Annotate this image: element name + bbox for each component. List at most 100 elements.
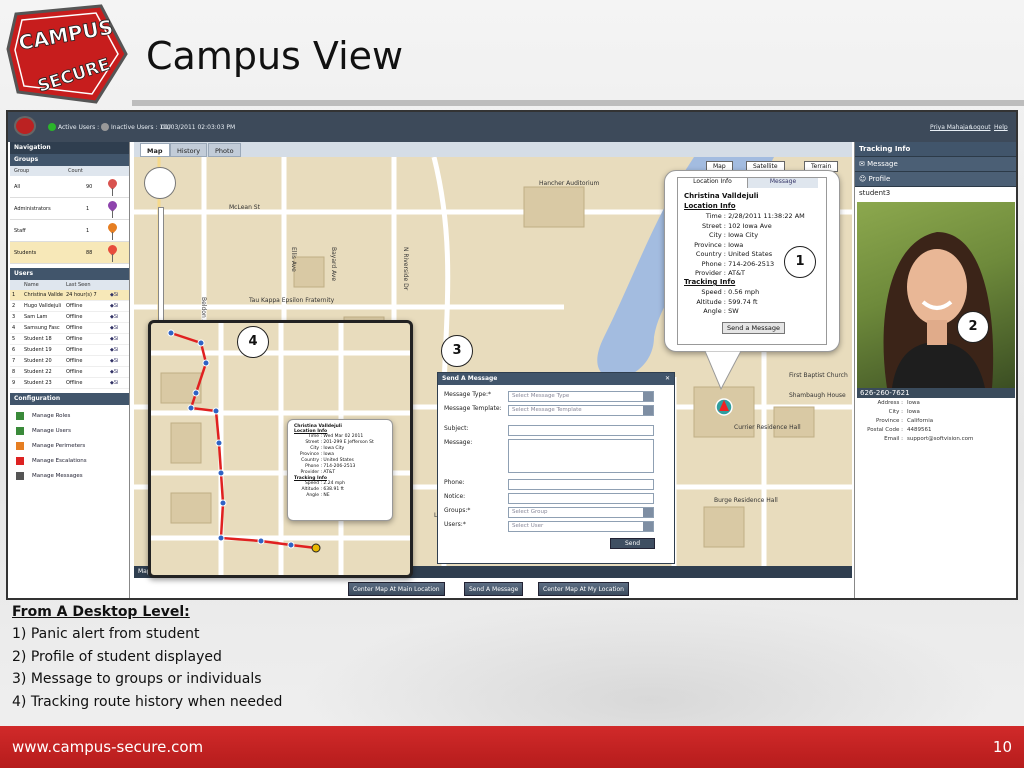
note-item: 1) Panic alert from student: [12, 626, 200, 642]
message-panel-item[interactable]: ✉ Message: [855, 157, 1016, 172]
groups-header[interactable]: Groups: [10, 154, 129, 166]
group-count: 88: [86, 250, 93, 256]
address-row: Address : Iowa: [877, 400, 920, 406]
street-label: First Baptist Church: [789, 372, 848, 379]
group-count: 1: [86, 228, 90, 234]
slide-title: Campus View: [146, 34, 404, 78]
user-row[interactable]: 1 Christina Vallde 24 hour(s) 7 ◆Si: [10, 290, 129, 301]
user-name-link[interactable]: Priya Mahajan: [930, 124, 972, 131]
feature-notes: From A Desktop Level: 1) Panic alert fro…: [12, 604, 282, 716]
info-row: Speed : 0.56 mph: [701, 288, 760, 296]
config-item[interactable]: Manage Roles: [10, 409, 129, 424]
help-link[interactable]: Help: [994, 124, 1008, 131]
info-row: Altitude : 599.74 ft: [696, 297, 758, 306]
configuration-list: Manage Roles Manage Users Manage Perimeter…: [10, 405, 129, 484]
group-name: All: [14, 184, 21, 190]
config-item[interactable]: Manage Messages: [10, 469, 129, 484]
street-label: N Riverside Dr: [402, 247, 409, 291]
logout-link[interactable]: Logout: [970, 124, 991, 131]
config-icon: [16, 457, 24, 465]
center-my-location-button[interactable]: Center Map At My Location: [538, 582, 629, 596]
select-field[interactable]: Select Group: [508, 507, 654, 518]
callout-4: 4: [237, 326, 269, 358]
address-row: City : Iowa: [888, 409, 920, 415]
user-row[interactable]: 7 Student 20 Offline ◆Si: [10, 356, 129, 367]
field-label: Groups:*: [444, 507, 471, 514]
location-info-tab[interactable]: Location Info: [678, 178, 748, 188]
text-field[interactable]: [508, 479, 654, 490]
group-count: 90: [86, 184, 93, 190]
users-column-header: Name Last Seen: [10, 280, 129, 290]
user-row[interactable]: 6 Student 19 Offline ◆Si: [10, 345, 129, 356]
student-profile-photo: [857, 202, 1015, 388]
text-field[interactable]: [508, 439, 654, 473]
tab-history[interactable]: History: [170, 143, 208, 157]
student-phone: 626-260-7621: [857, 388, 1015, 398]
left-panel: Navigation Groups Group Count All 90 Admin…: [10, 142, 130, 598]
field-label: Users:*: [444, 521, 466, 528]
config-icon: [16, 427, 24, 435]
send-message-dialog: Send A Message ✕ Message Type:* Select Mes…: [437, 372, 675, 564]
select-field[interactable]: Select Message Template: [508, 405, 654, 416]
group-count: 1: [86, 206, 90, 212]
text-field[interactable]: [508, 425, 654, 436]
group-row[interactable]: All 90: [10, 176, 129, 198]
send-button[interactable]: Send: [610, 538, 656, 549]
street-label: Ellis Ave: [290, 247, 297, 272]
notes-heading: From A Desktop Level:: [12, 604, 190, 620]
note-item: 4) Tracking route history when needed: [12, 693, 283, 710]
title-divider: [132, 100, 1024, 106]
profile-panel-item[interactable]: ☺ Profile: [855, 172, 1016, 187]
tab-photo[interactable]: Photo: [208, 143, 241, 157]
active-status-icon: [48, 123, 56, 131]
inset-popup-tracking-rows: Speed : 2.24 mph Altitude : 638.91 ft Angl…: [294, 481, 386, 499]
user-row[interactable]: 4 Samsung Fasc Offline ◆Si: [10, 323, 129, 334]
config-item[interactable]: Manage Perimeters: [10, 439, 129, 454]
user-row[interactable]: 9 Student 23 Offline ◆Si: [10, 378, 129, 389]
map-pan-control[interactable]: [144, 167, 176, 199]
student-id: student3: [859, 189, 891, 197]
user-row[interactable]: 2 Hugo Valldejuli Offline ◆Si: [10, 301, 129, 312]
app-logo-icon: [14, 116, 36, 136]
route-history-inset[interactable]: Christina Valldejuli Location Info Time …: [148, 320, 413, 578]
info-row: City : Iowa City: [709, 231, 759, 239]
note-item: 3) Message to groups or individuals: [12, 671, 262, 687]
field-label: Message:: [444, 439, 473, 446]
send-message-button[interactable]: Send A Message: [464, 582, 524, 596]
config-item[interactable]: Manage Escalations: [10, 454, 129, 469]
config-icon: [16, 472, 24, 480]
campus-secure-logo: CAMPUS SECURE: [6, 4, 130, 104]
users-header[interactable]: Users: [10, 268, 129, 280]
send-message-dialog-title: Send A Message: [442, 375, 498, 382]
street-label: Tau Kappa Epsilon Fraternity: [248, 297, 335, 304]
group-row[interactable]: Staff 1: [10, 220, 129, 242]
configuration-header[interactable]: Configuration: [10, 393, 129, 405]
config-item[interactable]: Manage Users: [10, 424, 129, 439]
tab-map[interactable]: Map: [140, 143, 170, 157]
user-row[interactable]: 5 Student 18 Offline ◆Si: [10, 334, 129, 345]
user-row[interactable]: 8 Student 22 Offline ◆Si: [10, 367, 129, 378]
group-row[interactable]: Students 88: [10, 242, 129, 264]
info-row: Provider : AT&T: [300, 470, 336, 475]
groups-list: All 90 Administrators 1 Staff 1 Students 88: [10, 176, 129, 264]
active-users-count: Active Users : 2: [58, 124, 105, 131]
footer-url: www.campus-secure.com: [12, 738, 204, 756]
popup-person-name: Christina Valldejuli: [684, 192, 759, 200]
inset-location-popup: Christina Valldejuli Location Info Time …: [287, 419, 393, 521]
message-tab[interactable]: Message: [748, 178, 818, 188]
tracking-info-header[interactable]: Tracking Info: [855, 142, 1016, 157]
map-tabs: Map History Photo: [134, 142, 852, 157]
select-field[interactable]: Select User: [508, 521, 654, 532]
users-list: 1 Christina Vallde 24 hour(s) 7 ◆Si 2 Hugo Va…: [10, 290, 129, 389]
callout-3: 3: [441, 335, 473, 367]
street-label: Shambaugh House: [789, 392, 846, 399]
user-row[interactable]: 3 Sam Lam Offline ◆Si: [10, 312, 129, 323]
text-field[interactable]: [508, 493, 654, 504]
address-row: Postal Code :4489561: [867, 427, 932, 433]
select-field[interactable]: Select Message Type: [508, 391, 654, 402]
close-icon[interactable]: ✕: [665, 375, 670, 382]
center-main-location-button[interactable]: Center Map At Main Location: [348, 582, 445, 596]
group-row[interactable]: Administrators 1: [10, 198, 129, 220]
popup-send-message-button[interactable]: Send a Message: [722, 322, 785, 334]
info-row: Angle : NE: [306, 493, 330, 498]
